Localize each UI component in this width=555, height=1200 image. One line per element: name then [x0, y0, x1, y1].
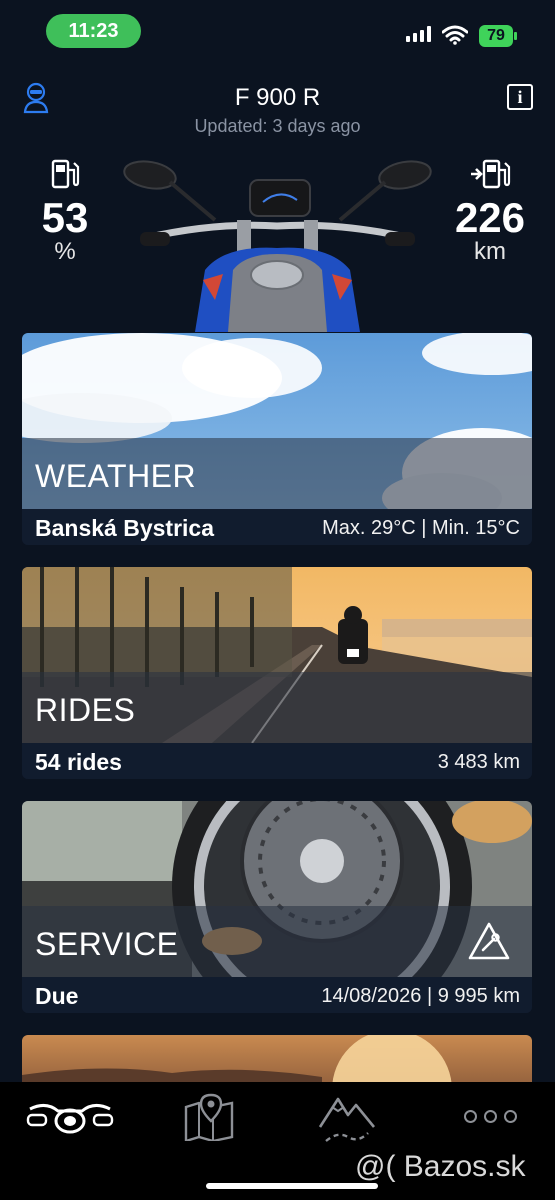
status-time: 11:23 — [46, 14, 141, 48]
watermark: @( Bazos.sk — [355, 1150, 526, 1183]
info-icon: i — [517, 86, 523, 107]
service-status: Due — [35, 983, 79, 1009]
vehicle-title: F 900 R — [234, 84, 321, 111]
weather-temperatures: Max. 29°C | Min. 15°C — [322, 517, 520, 539]
motorcycle-image — [123, 160, 432, 332]
wifi-icon — [442, 25, 468, 45]
updated-subtitle: Updated: 3 days ago — [194, 116, 361, 136]
weather-card[interactable]: WEATHER Banská Bystrica Max. 29°C | Min.… — [22, 333, 532, 545]
battery-tip — [514, 32, 517, 40]
fuel-level-value: 53 — [41, 194, 89, 241]
weather-label: WEATHER — [35, 458, 197, 494]
signal-icon — [406, 26, 431, 42]
battery-icon: 79 — [479, 25, 513, 47]
range-unit: km — [474, 238, 506, 265]
rides-count: 54 rides — [35, 749, 122, 775]
fuel-pump-icon — [51, 159, 80, 189]
range-icon — [471, 159, 511, 189]
service-label: SERVICE — [35, 926, 179, 962]
service-card[interactable]: SERVICE Due 14/08/2026 | 9 995 km — [22, 801, 532, 1013]
fuel-level-unit: % — [54, 238, 76, 265]
more-icon[interactable] — [464, 1110, 517, 1123]
rides-distance: 3 483 km — [437, 751, 520, 773]
rides-label: RIDES — [35, 692, 136, 728]
motorcycle-icon[interactable] — [26, 1097, 114, 1137]
mountains-icon[interactable] — [318, 1093, 376, 1143]
weather-location: Banská Bystrica — [35, 515, 214, 541]
range-value: 226 — [454, 194, 526, 241]
rides-card[interactable]: RIDES 54 rides 3 483 km — [22, 567, 532, 779]
service-due-details: 14/08/2026 | 9 995 km — [321, 985, 520, 1007]
info-button[interactable]: i — [507, 84, 533, 110]
map-icon[interactable] — [183, 1093, 235, 1141]
service-warning-icon — [468, 922, 510, 960]
home-indicator[interactable] — [206, 1183, 378, 1189]
